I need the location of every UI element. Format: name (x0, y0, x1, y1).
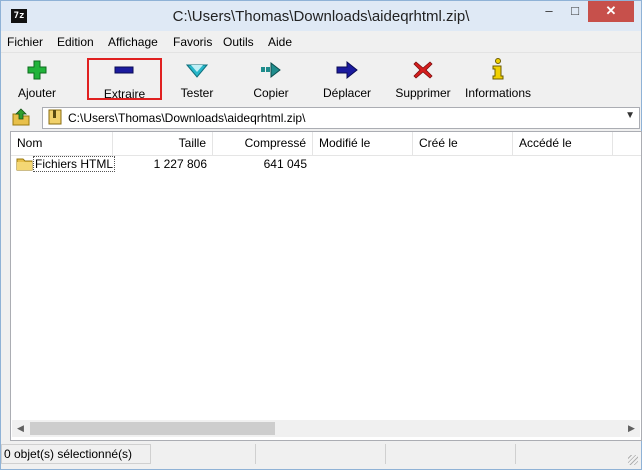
window-title: C:\Users\Thomas\Downloads\aideqrhtml.zip… (172, 8, 470, 25)
scroll-left-icon[interactable]: ◀ (12, 420, 29, 437)
maximize-button[interactable]: □ (562, 1, 588, 22)
column-created[interactable]: Créé le (413, 132, 513, 155)
7zip-app-icon[interactable]: 7z (11, 9, 27, 23)
extract-label: Extraire (103, 87, 146, 101)
info-button[interactable]: Informations (461, 57, 535, 101)
status-bar: 0 objet(s) sélectionné(s) (1, 442, 641, 468)
address-field[interactable]: C:\Users\Thomas\Downloads\aideqrhtml.zip… (42, 107, 640, 129)
resize-grip[interactable] (628, 455, 638, 465)
horizontal-scrollbar[interactable]: ◀ ▶ (12, 420, 640, 437)
scrollbar-thumb[interactable] (30, 422, 275, 435)
file-size: 1 227 806 (153, 157, 207, 171)
menu-aide[interactable]: Aide (268, 35, 292, 49)
info-label: Informations (464, 86, 532, 100)
add-label: Ajouter (17, 86, 57, 100)
selection-status: 0 objet(s) sélectionné(s) (1, 444, 151, 464)
folder-icon (16, 158, 33, 171)
move-button[interactable]: Déplacer (317, 57, 377, 101)
menu-favoris[interactable]: Favoris (173, 35, 212, 49)
column-header: Nom Taille Compressé Modifié le Créé le … (11, 132, 641, 156)
file-list[interactable]: Nom Taille Compressé Modifié le Créé le … (10, 131, 642, 441)
minus-icon (114, 66, 134, 74)
status-divider (515, 444, 516, 464)
menu-outils[interactable]: Outils (223, 35, 254, 49)
menu-bar: Fichier Edition Affichage Favoris Outils… (1, 32, 641, 52)
scroll-right-icon[interactable]: ▶ (623, 420, 640, 437)
chevron-down-icon (186, 64, 208, 78)
toolbar: Ajouter Extraire Tester Copier Déplacer … (1, 52, 641, 105)
move-label: Déplacer (322, 86, 372, 100)
plus-icon (27, 60, 47, 80)
table-row[interactable]: Fichiers HTML 1 227 806 641 045 (11, 155, 641, 173)
column-modified[interactable]: Modifié le (313, 132, 413, 155)
arrow-right-icon (336, 60, 358, 80)
file-compressed: 641 045 (263, 157, 307, 171)
column-name[interactable]: Nom (11, 132, 113, 155)
minimize-button[interactable]: – (536, 1, 562, 22)
status-divider (385, 444, 386, 464)
address-bar: C:\Users\Thomas\Downloads\aideqrhtml.zip… (10, 107, 640, 129)
close-button[interactable]: ✕ (588, 1, 634, 22)
app-window: 7z C:\Users\Thomas\Downloads\aideqrhtml.… (0, 0, 642, 470)
file-name[interactable]: Fichiers HTML (33, 156, 116, 172)
copy-label: Copier (253, 86, 289, 100)
status-divider (255, 444, 256, 464)
title-bar[interactable]: 7z C:\Users\Thomas\Downloads\aideqrhtml.… (1, 1, 641, 31)
up-folder-button[interactable] (11, 108, 33, 128)
column-accessed[interactable]: Accédé le (513, 132, 613, 155)
zip-archive-icon (48, 109, 62, 125)
chevron-down-icon[interactable]: ▼ (625, 110, 635, 121)
copy-arrow-icon (261, 61, 281, 79)
extract-button[interactable]: Extraire (87, 58, 162, 101)
delete-button[interactable]: Supprimer (390, 57, 456, 101)
delete-label: Supprimer (395, 86, 451, 100)
menu-affichage[interactable]: Affichage (108, 35, 158, 49)
test-label: Tester (180, 86, 214, 100)
copy-button[interactable]: Copier (241, 57, 301, 101)
menu-edition[interactable]: Edition (57, 35, 94, 49)
test-button[interactable]: Tester (167, 57, 227, 101)
column-compressed[interactable]: Compressé (213, 132, 313, 155)
info-icon (492, 58, 504, 80)
up-folder-icon (12, 108, 30, 126)
address-path: C:\Users\Thomas\Downloads\aideqrhtml.zip… (68, 111, 306, 125)
column-size[interactable]: Taille (113, 132, 213, 155)
x-icon (413, 61, 433, 79)
add-button[interactable]: Ajouter (7, 57, 67, 101)
menu-fichier[interactable]: Fichier (7, 35, 43, 49)
